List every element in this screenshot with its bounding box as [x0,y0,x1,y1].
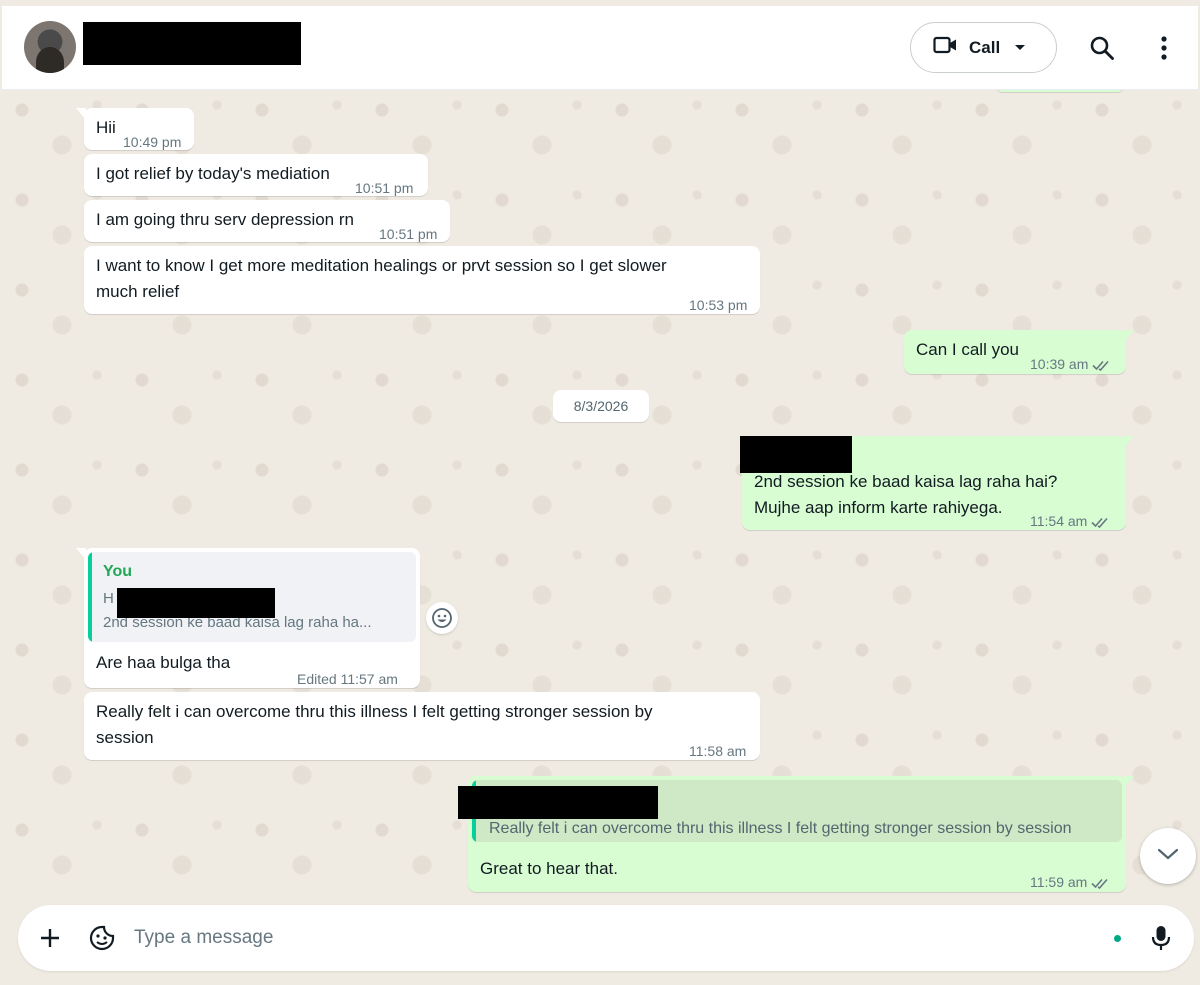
scroll-to-bottom-button[interactable] [1140,828,1196,884]
message-bubble-incoming-reply[interactable]: You H 2nd session ke baad kaisa lag raha… [76,548,420,688]
message-bubble-incoming[interactable]: I want to know I get more meditation hea… [84,246,760,314]
redacted-block [117,588,275,618]
message-time: 11:59 am [1030,869,1111,897]
message-text-line-2: session [96,728,154,747]
message-time-text: 11:54 am [1030,513,1088,529]
call-label: Call [969,37,1001,57]
chat-header: Call [2,6,1198,90]
message-bubble-outgoing-reply[interactable]: Really felt i can overcome thru this ill… [458,776,1134,892]
message-text: I am going thru serv depression rn [96,210,354,229]
contact-name-redacted[interactable] [83,22,301,65]
message-composer [18,905,1194,971]
message-bubble-incoming[interactable]: Really felt i can overcome thru this ill… [84,692,760,760]
message-bubble-outgoing[interactable]: Can I call you 10:39 am [904,330,1134,374]
quoted-message[interactable]: You H 2nd session ke baad kaisa lag raha… [88,552,416,642]
status-dot [1114,935,1121,942]
double-check-icon [1092,353,1112,379]
message-time-text: 10:39 am [1030,356,1089,372]
message-text: Can I call you [916,340,1019,359]
date-divider: 8/3/2026 [553,390,649,422]
redacted-block [740,436,852,473]
message-time: 10:53 pm [689,297,748,313]
double-check-icon [1091,510,1111,536]
quote-author: You [103,563,133,580]
message-text-line-2: much relief [96,282,180,301]
plus-icon[interactable] [34,922,66,954]
message-bubble-clipped [998,90,1122,92]
sticker-icon[interactable] [86,922,118,954]
message-input[interactable] [134,919,1094,957]
message-text: Hii [96,118,116,137]
message-time: 10:49 pm [123,134,182,150]
contact-avatar[interactable] [24,21,76,73]
message-time: 10:51 pm [355,180,414,196]
message-text: I got relief by today's mediation [96,164,330,183]
message-time-text: 11:59 am [1030,874,1088,890]
message-time: 11:54 am [1030,508,1111,536]
message-time: 10:51 pm [379,226,438,242]
message-time: 11:58 am [689,743,747,759]
video-camera-icon [933,36,957,59]
chevron-down-icon [1156,847,1180,866]
message-text: Are haa bulga tha [96,653,231,672]
message-bubble-incoming[interactable]: I am going thru serv depression rn 10:51… [84,200,450,242]
call-button[interactable]: Call [910,22,1057,73]
double-check-icon [1091,871,1111,897]
message-text-line-1: Really felt i can overcome thru this ill… [96,702,653,721]
message-text-line-1: 2nd session ke baad kaisa lag raha hai? [754,472,1058,491]
message-text: Great to hear that. [480,859,618,878]
chevron-down-icon[interactable] [1014,39,1026,57]
message-bubble-incoming[interactable]: Hii 10:49 pm [76,108,194,150]
microphone-icon[interactable] [1145,922,1177,954]
kebab-menu-icon[interactable] [1148,32,1180,64]
message-bubble-incoming[interactable]: I got relief by today's mediation 10:51 … [84,154,428,196]
emoji-icon[interactable] [426,602,458,634]
message-text-line-2: Mujhe aap inform karte rahiyega. [754,498,1003,517]
quote-line-1: H [103,590,114,607]
redacted-block [458,786,658,819]
message-bubble-outgoing[interactable]: 2nd session ke baad kaisa lag raha hai? … [740,436,1134,530]
message-text-line-1: I want to know I get more meditation hea… [96,256,667,275]
search-icon[interactable] [1086,32,1118,64]
message-list[interactable]: Hii 10:49 pm I got relief by today's med… [2,90,1198,907]
message-time: Edited 11:57 am [297,671,398,687]
message-time: 10:39 am [1030,351,1112,379]
quote-text: Really felt i can overcome thru this ill… [489,820,1072,837]
